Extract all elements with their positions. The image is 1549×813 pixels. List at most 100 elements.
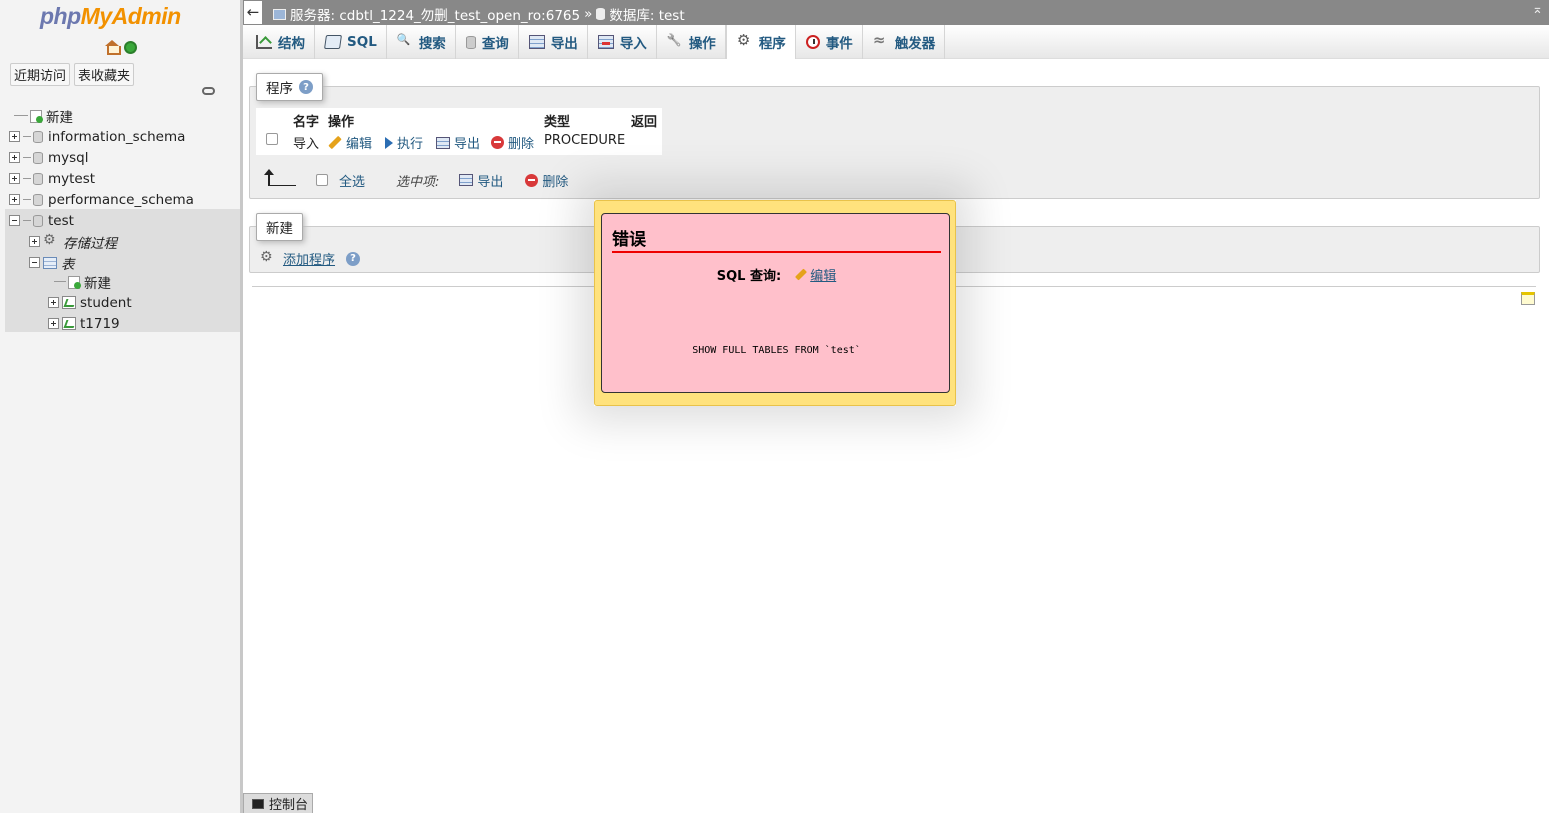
tab-search[interactable]: 搜索 xyxy=(387,25,456,59)
nav-resize-handle[interactable] xyxy=(240,0,243,813)
back-button[interactable]: ← xyxy=(243,0,263,25)
database-icon xyxy=(33,214,43,227)
routines-icon xyxy=(43,232,59,249)
console-icon xyxy=(252,798,264,809)
tab-import[interactable]: 导入 xyxy=(588,25,657,59)
tree-item-label[interactable]: 表 xyxy=(61,253,75,273)
breadcrumb-database[interactable]: 数据库: test xyxy=(609,4,684,24)
export-routine-link[interactable]: 导出 xyxy=(436,133,480,152)
expand-icon[interactable] xyxy=(29,236,40,247)
execute-routine-link[interactable]: 执行 xyxy=(385,133,423,152)
bulk-export-button[interactable]: 导出 xyxy=(459,171,503,190)
tree-item-label[interactable]: mysql xyxy=(48,150,89,166)
tree-item-new-db[interactable]: 新建 xyxy=(14,105,73,126)
export-icon xyxy=(459,174,474,186)
delete-routine-link[interactable]: 删除 xyxy=(491,133,534,152)
tab-triggers[interactable]: 触发器 xyxy=(863,25,946,59)
edit-routine-link[interactable]: 编辑 xyxy=(328,133,372,152)
tree-item-db-test[interactable]: test xyxy=(9,210,74,231)
add-routine-link[interactable]: 添加程序 xyxy=(283,249,335,268)
expand-icon[interactable] xyxy=(9,131,20,142)
tree-item-label[interactable]: information_schema xyxy=(48,129,185,145)
sql-icon xyxy=(324,35,342,49)
tab-query[interactable]: 查询 xyxy=(456,25,519,59)
check-all-checkbox[interactable] xyxy=(316,174,328,186)
check-all-label[interactable]: 全选 xyxy=(339,171,365,190)
bulk-delete-button[interactable]: 删除 xyxy=(525,171,568,190)
tree-item-db[interactable]: mytest xyxy=(9,168,95,189)
tab-routines[interactable]: 程序 xyxy=(725,25,796,59)
tree-item-new-table[interactable]: 新建 xyxy=(54,271,111,292)
expand-icon[interactable] xyxy=(9,152,20,163)
row-checkbox[interactable] xyxy=(266,133,278,145)
new-table-icon xyxy=(68,275,81,289)
error-title: 错误 xyxy=(612,225,941,253)
tree-item-label[interactable]: 新建 xyxy=(84,272,111,292)
recent-tab[interactable]: 近期访问 xyxy=(10,63,71,86)
tab-structure[interactable]: 结构 xyxy=(246,25,315,59)
tree-item-routines[interactable]: 存储过程 xyxy=(29,231,117,252)
routine-name: 导入 xyxy=(293,137,320,152)
database-icon xyxy=(33,151,43,164)
table-stats-icon xyxy=(62,296,76,309)
new-database-icon xyxy=(30,109,43,123)
routines-icon xyxy=(737,31,753,49)
tree-item-label[interactable]: t1719 xyxy=(80,316,120,332)
help-icon[interactable]: ? xyxy=(346,251,361,266)
home-icon[interactable] xyxy=(104,40,121,55)
sql-query-text: SHOW FULL TABLES FROM `test` xyxy=(692,345,861,356)
collapse-icon[interactable] xyxy=(9,215,20,226)
link-icon[interactable] xyxy=(202,87,215,95)
tree-item-tables[interactable]: 表 xyxy=(29,252,75,273)
reload-icon[interactable] xyxy=(124,41,137,54)
database-icon xyxy=(33,193,43,206)
tree-item-table[interactable]: t1719 xyxy=(48,313,120,334)
operations-icon xyxy=(667,35,683,49)
expand-icon[interactable] xyxy=(9,173,20,184)
sql-query-line: SQL 查询: 编辑 xyxy=(602,265,951,284)
column-header-name: 名字 xyxy=(293,115,320,130)
expand-icon[interactable] xyxy=(9,194,20,205)
tree-item-db[interactable]: information_schema xyxy=(9,126,185,147)
tree-item-label[interactable]: test xyxy=(48,213,74,229)
events-icon xyxy=(805,35,820,49)
database-icon xyxy=(33,130,43,143)
new-routine-legend: 新建 xyxy=(256,213,303,241)
routines-table: 名字 操作 类型 返回 导入 编辑 执行 导出 删除 PROCEDURE xyxy=(256,108,662,155)
table-icon xyxy=(43,256,57,269)
play-icon xyxy=(385,136,393,149)
tree-item-label[interactable]: performance_schema xyxy=(48,192,194,208)
tab-operations[interactable]: 操作 xyxy=(657,25,726,59)
triggers-icon xyxy=(873,31,889,49)
expand-icon[interactable] xyxy=(48,318,59,329)
bulk-actions: 全选 选中项: 导出 删除 xyxy=(316,170,568,190)
tree-item-table[interactable]: student xyxy=(48,292,132,313)
breadcrumb-bar: ← 服务器: cdbtl_1224_勿删_test_open_ro:6765 »… xyxy=(243,0,1549,25)
collapse-icon[interactable] xyxy=(29,257,40,268)
tree-item-label[interactable]: mytest xyxy=(48,171,95,187)
tree-item-db[interactable]: performance_schema xyxy=(9,189,194,210)
error-dialog: 错误 SQL 查询: 编辑 SHOW FULL TABLES FROM `tes… xyxy=(594,200,956,406)
edit-query-link[interactable]: 编辑 xyxy=(795,265,836,284)
tree-item-db[interactable]: mysql xyxy=(9,147,89,168)
server-icon xyxy=(273,8,286,20)
import-icon xyxy=(597,35,614,49)
console-label: 控制台 xyxy=(269,798,309,813)
breadcrumb-separator: » xyxy=(584,6,593,22)
notes-icon[interactable] xyxy=(1521,292,1535,305)
expand-icon[interactable] xyxy=(48,297,59,308)
help-icon[interactable]: ? xyxy=(299,80,313,94)
column-header-returns: 返回 xyxy=(631,115,658,130)
delete-icon xyxy=(525,173,539,187)
phpmyadmin-logo[interactable]: phpMyAdmin xyxy=(40,3,181,30)
tree-item-label[interactable]: 存储过程 xyxy=(63,232,117,252)
table-stats-icon xyxy=(62,317,76,330)
tab-export[interactable]: 导出 xyxy=(519,25,588,59)
tab-events[interactable]: 事件 xyxy=(796,25,863,59)
favorites-tab[interactable]: 表收藏夹 xyxy=(74,63,135,86)
collapse-header-icon[interactable]: ⌅ xyxy=(1532,2,1543,17)
console-toggle[interactable]: 控制台 xyxy=(243,793,313,813)
tab-sql[interactable]: SQL xyxy=(315,25,387,59)
tree-item-label[interactable]: student xyxy=(80,295,132,311)
breadcrumb-server[interactable]: 服务器: cdbtl_1224_勿删_test_open_ro:6765 xyxy=(290,4,580,24)
